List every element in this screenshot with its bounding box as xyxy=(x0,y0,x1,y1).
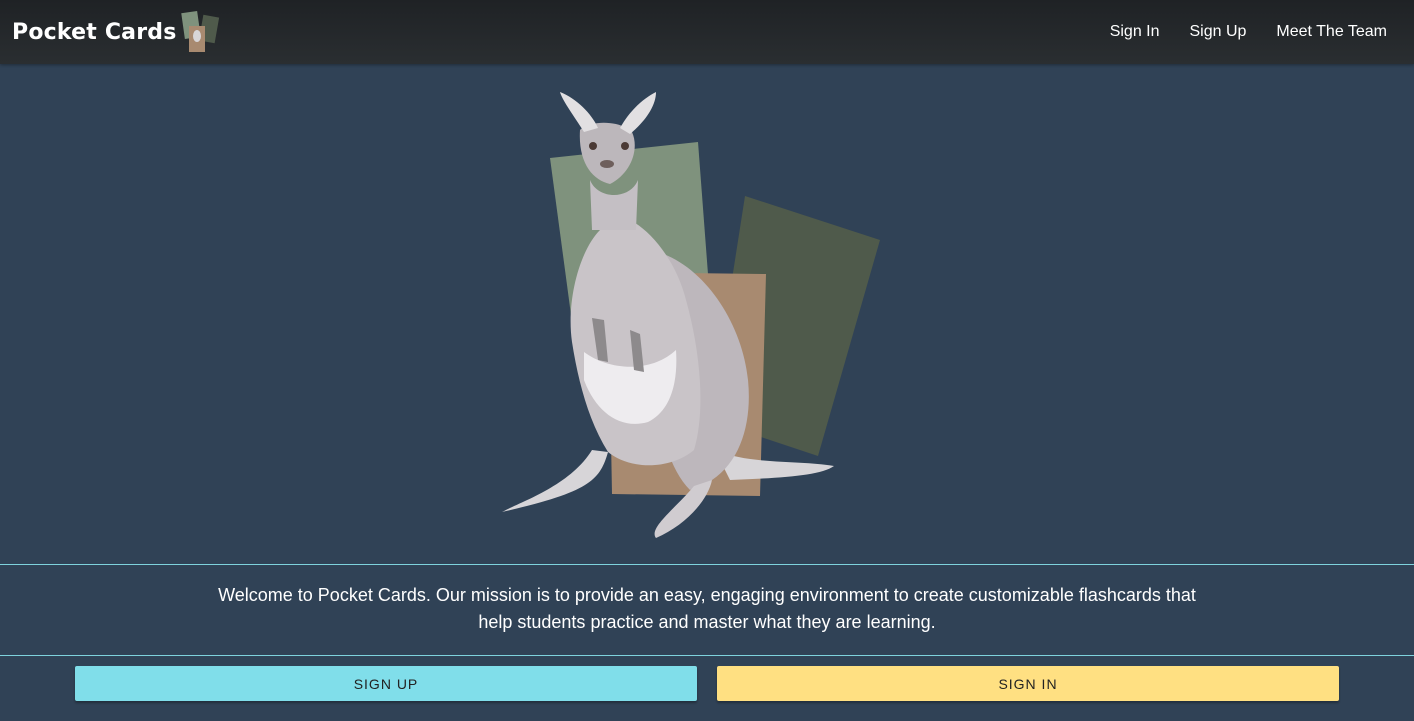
sign-up-button[interactable]: SIGN UP xyxy=(75,666,697,701)
kangaroo-illustration xyxy=(502,92,880,538)
nav-sign-up[interactable]: Sign Up xyxy=(1190,23,1247,41)
nav-links: Sign In Sign Up Meet The Team xyxy=(1110,0,1387,64)
cards-logo-icon xyxy=(180,11,219,52)
brand-link[interactable]: Pocket Cards xyxy=(12,10,221,54)
brand-title: Pocket Cards xyxy=(12,19,177,45)
mission-statement: Welcome to Pocket Cards. Our mission is … xyxy=(218,585,1196,632)
top-navbar: Pocket Cards Sign In Sign Up Meet The Te… xyxy=(0,0,1414,64)
nav-meet-the-team[interactable]: Meet The Team xyxy=(1276,23,1387,41)
divider-top xyxy=(0,564,1414,565)
nav-sign-in[interactable]: Sign In xyxy=(1110,23,1160,41)
divider-bottom xyxy=(0,655,1414,656)
sign-in-button[interactable]: SIGN IN xyxy=(717,666,1339,701)
